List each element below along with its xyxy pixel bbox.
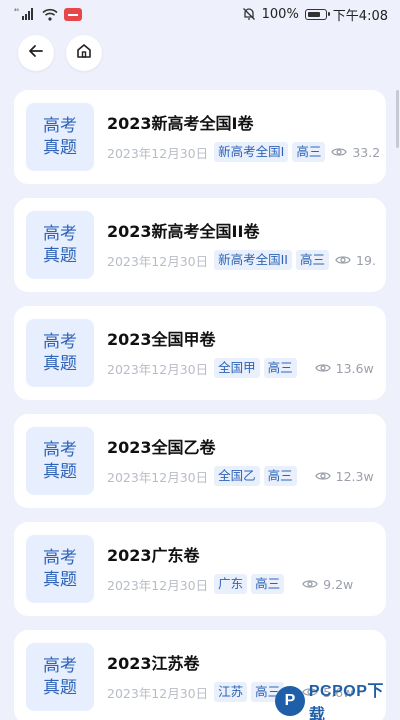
paper-tag: 新高考全国I [214, 142, 289, 162]
paper-date: 2023年12月30日 [107, 685, 209, 701]
view-count: 19. [335, 253, 376, 268]
home-icon [75, 42, 93, 64]
home-button[interactable] [66, 35, 102, 71]
view-count: 9.2w [302, 577, 353, 592]
signal-icon: ⁴⁶ [14, 7, 36, 21]
paper-tag: 高三 [292, 142, 326, 162]
view-count: 12.3w [314, 468, 374, 484]
paper-thumbnail: 高考 真题 [26, 427, 94, 495]
list-item[interactable]: 高考 真题 2023全国乙卷 2023年12月30日 全国乙 高三 12.3w [14, 414, 386, 508]
paper-date: 2023年12月30日 [107, 577, 209, 593]
view-count-text: 12.3w [335, 468, 374, 484]
list-item[interactable]: 高考 真题 2023新高考全国II卷 2023年12月30日 新高考全国II 高三 19. [14, 198, 386, 292]
eye-icon [331, 146, 348, 158]
view-count-text: 33.2 [352, 144, 381, 160]
view-count: 33.2 [331, 145, 380, 160]
paper-date: 2023年12月30日 [107, 361, 209, 377]
eye-icon [335, 254, 351, 266]
battery-percent: 100% [261, 6, 299, 22]
eye-icon [314, 470, 331, 482]
paper-meta: 2023年12月30日 新高考全国II 高三 19. [107, 250, 376, 270]
arrow-left-icon [27, 42, 45, 64]
paper-thumbnail: 高考 真题 [26, 103, 94, 171]
paper-thumbnail: 高考 真题 [26, 643, 94, 711]
eye-icon [314, 362, 331, 374]
status-left: ⁴⁶ [14, 7, 82, 21]
paper-title: 2023新高考全国II卷 [107, 222, 260, 241]
paper-date: 2023年12月30日 [107, 469, 209, 485]
wifi-icon [42, 8, 58, 21]
paper-meta: 2023年12月30日 广东 高三 9.2w [107, 574, 353, 594]
paper-tag: 江苏 [214, 682, 248, 702]
svg-text:⁴⁶: ⁴⁶ [14, 8, 19, 15]
paper-title: 2023广东卷 [107, 546, 200, 565]
list-item[interactable]: 高考 真题 2023全国甲卷 2023年12月30日 全国甲 高三 13.6w [14, 306, 386, 400]
view-count-text: 13.6w [335, 360, 374, 376]
view-count-text: 9.2w [323, 576, 354, 592]
paper-tag: 高三 [251, 574, 285, 594]
paper-tag: 高三 [296, 250, 330, 270]
paper-meta: 2023年12月30日 全国甲 高三 13.6w [107, 358, 374, 378]
paper-title: 2023江苏卷 [107, 654, 200, 673]
paper-thumbnail: 高考 真题 [26, 319, 94, 387]
paper-tag: 全国乙 [214, 466, 260, 486]
status-right: 100% 下午4:08 [242, 5, 388, 24]
back-button[interactable] [18, 35, 54, 71]
list-item[interactable]: 高考 真题 2023广东卷 2023年12月30日 广东 高三 9.2w [14, 522, 386, 616]
paper-tag: 高三 [263, 466, 297, 486]
mute-bell-icon [242, 7, 256, 21]
paper-date: 2023年12月30日 [107, 145, 209, 161]
battery-icon [304, 8, 330, 20]
eye-icon [302, 578, 318, 590]
paper-title: 2023全国乙卷 [107, 438, 216, 457]
exam-paper-list: 高考 真题 2023新高考全国I卷 2023年12月30日 新高考全国I 高三 33.2 高… [14, 90, 386, 720]
app-notification-icon [64, 7, 82, 21]
paper-meta: 2023年12月30日 新高考全国I 高三 33.2 [107, 142, 380, 162]
paper-tag: 新高考全国II [214, 250, 292, 270]
paper-tag: 全国甲 [214, 358, 260, 378]
scrollbar[interactable] [396, 90, 399, 148]
watermark: P PCPOP下载 [275, 682, 400, 720]
paper-title: 2023全国甲卷 [107, 330, 216, 349]
paper-title: 2023新高考全国I卷 [107, 114, 254, 133]
view-count-text: 19. [356, 252, 376, 268]
paper-thumbnail: 高考 真题 [26, 211, 94, 279]
clock: 下午4:08 [332, 8, 388, 24]
paper-date: 2023年12月30日 [107, 253, 209, 269]
paper-meta: 2023年12月30日 全国乙 高三 12.3w [107, 466, 374, 486]
watermark-text: PCPOP下载 [308, 683, 384, 720]
status-bar: ⁴⁶ 100% 下午4:08 [0, 0, 400, 28]
watermark-logo-letter: P [284, 692, 296, 709]
app-screen: ⁴⁶ 100% 下午4:08 高考 真题 2023新高考全国I卷 2023年12… [0, 0, 400, 720]
paper-tag: 高三 [263, 358, 297, 378]
paper-thumbnail: 高考 真题 [26, 535, 94, 603]
paper-tag: 广东 [214, 574, 248, 594]
watermark-logo: P [275, 686, 305, 716]
list-item[interactable]: 高考 真题 2023新高考全国I卷 2023年12月30日 新高考全国I 高三 33.2 [14, 90, 386, 184]
view-count: 13.6w [314, 360, 374, 376]
